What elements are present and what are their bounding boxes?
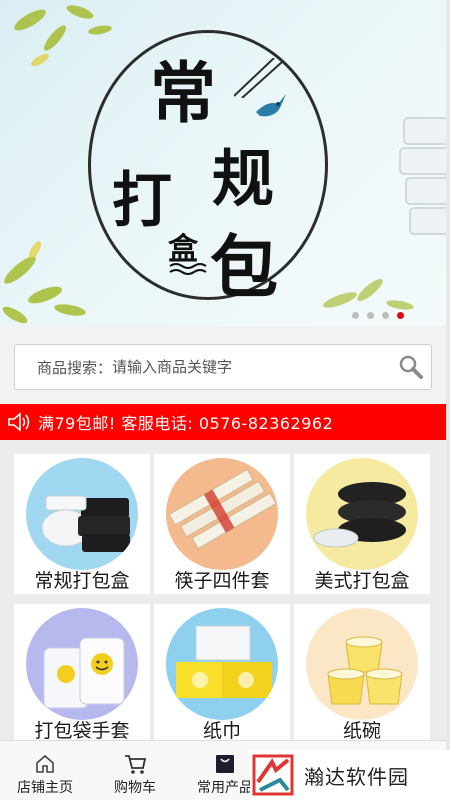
watermark-icon (252, 754, 294, 796)
category-label: 纸巾 (202, 720, 241, 742)
banner-title-char: 常 (150, 54, 216, 132)
banner-title-char: 包 (210, 228, 279, 308)
carousel-indicator (352, 312, 404, 319)
category-image (306, 458, 418, 570)
category-card-chopsticks-set[interactable]: 筷子四件套 (154, 454, 290, 594)
nav-label: 店铺主页 (17, 780, 73, 796)
category-image (26, 458, 138, 570)
category-image (166, 458, 278, 570)
container-image (399, 117, 446, 235)
search-section: 商品搜索： (0, 326, 446, 404)
category-card-paper-bowl[interactable]: 纸碗 (294, 604, 430, 744)
category-label: 美式打包盒 (314, 570, 410, 592)
search-label: 商品搜索： (37, 358, 113, 377)
category-card-bag-gloves[interactable]: 打包袋手套 (14, 604, 150, 744)
category-image (166, 608, 278, 720)
category-label: 打包袋手套 (34, 720, 130, 742)
category-label: 筷子四件套 (174, 570, 270, 592)
category-image (26, 608, 138, 720)
category-card-american-box[interactable]: 美式打包盒 (294, 454, 430, 594)
wave-decoration (169, 263, 207, 275)
scrollbar-track (446, 0, 450, 800)
watermark-logo: 瀚达软件园 (250, 750, 450, 800)
nav-item-cart[interactable]: 购物车 (90, 741, 180, 800)
search-icon[interactable] (391, 345, 431, 389)
bird-icon (256, 94, 286, 117)
category-card-regular-box[interactable]: 常规打包盒 (14, 454, 150, 594)
hero-banner[interactable]: 常 规 打 包 盒 (0, 0, 446, 326)
home-icon (0, 741, 90, 775)
category-card-tissue[interactable]: 纸巾 (154, 604, 290, 744)
search-input[interactable] (112, 358, 391, 376)
carousel-dot[interactable] (352, 312, 359, 319)
nav-item-home[interactable]: 店铺主页 (0, 741, 90, 800)
nav-label: 购物车 (114, 780, 156, 796)
speaker-icon (0, 404, 38, 440)
category-grid: 常规打包盒 筷子四件套 美式打包盒 打包袋手套 纸巾 纸碗 (0, 440, 446, 744)
carousel-dot-active[interactable] (397, 312, 404, 319)
carousel-dot[interactable] (382, 312, 389, 319)
category-image (306, 608, 418, 720)
banner-title-char: 打 (112, 166, 172, 236)
banner-title-char: 规 (212, 142, 275, 215)
carousel-dot[interactable] (367, 312, 374, 319)
category-label: 纸碗 (342, 720, 381, 742)
watermark-text: 瀚达软件园 (304, 764, 409, 789)
cart-icon (90, 741, 180, 775)
notice-text: 满79包邮! 客服电话: 0576-82362962 (38, 414, 334, 433)
search-bar[interactable]: 商品搜索： (14, 344, 432, 390)
notice-bar: 满79包邮! 客服电话: 0576-82362962 (0, 404, 446, 440)
category-label: 常规打包盒 (34, 570, 130, 592)
